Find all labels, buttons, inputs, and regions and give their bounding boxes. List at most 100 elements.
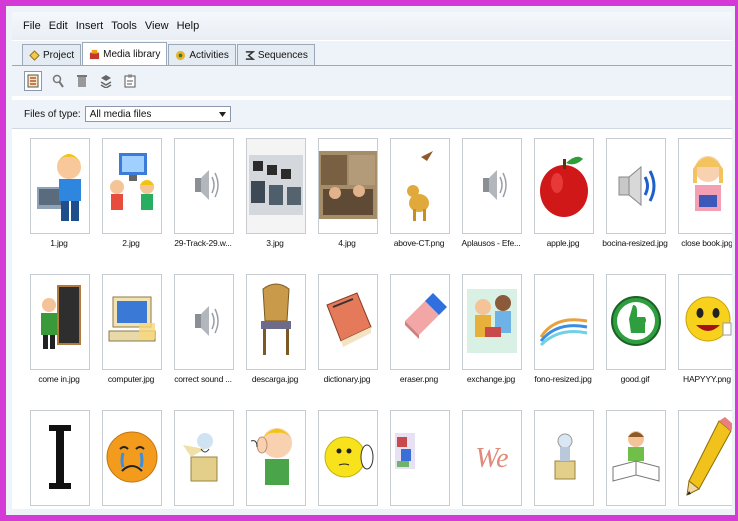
thumbs-up-icon xyxy=(611,296,661,346)
media-thumbnail[interactable] xyxy=(390,138,450,234)
media-thumbnail[interactable] xyxy=(462,138,522,234)
media-item[interactable]: apple.jpg xyxy=(534,138,596,256)
media-item[interactable]: close book.jpg xyxy=(678,138,732,256)
media-item[interactable]: 1.jpg xyxy=(30,138,92,256)
tab-activities[interactable]: Activities xyxy=(168,44,236,65)
bin-button[interactable] xyxy=(74,72,90,90)
layers-button[interactable] xyxy=(98,72,114,90)
media-item[interactable]: listen1.gif xyxy=(246,410,308,509)
media-item[interactable]: on.jpg xyxy=(534,410,596,509)
menu-file[interactable]: File xyxy=(22,20,42,32)
tab-project[interactable]: Project xyxy=(22,44,82,65)
media-item[interactable]: correct sound ... xyxy=(174,274,236,392)
media-thumbnail[interactable] xyxy=(534,410,594,506)
speaker-icon xyxy=(195,170,219,200)
media-thumbnail[interactable] xyxy=(102,138,162,234)
clipboard-button[interactable] xyxy=(122,72,138,90)
media-thumbnail[interactable] xyxy=(246,138,306,234)
zoom-button[interactable] xyxy=(50,72,66,90)
media-item[interactable]: listening-.gif xyxy=(318,410,380,509)
tab-activities-label: Activities xyxy=(189,49,229,61)
we-text-icon: We xyxy=(475,443,508,474)
media-item[interactable]: dictionary.jpg xyxy=(318,274,380,392)
media-thumbnail[interactable] xyxy=(318,410,378,506)
media-item[interactable]: 4.jpg xyxy=(318,138,380,256)
media-item[interactable]: bocina-resized.jpg xyxy=(602,138,668,256)
media-item[interactable]: in.jpg xyxy=(174,410,236,509)
listening-smiley-icon xyxy=(324,436,374,478)
media-thumbnail[interactable]: We xyxy=(462,410,522,506)
media-thumbnail[interactable] xyxy=(678,410,732,506)
tab-media-library[interactable]: Media library xyxy=(82,42,168,65)
blue-speaker-icon xyxy=(618,165,656,207)
media-filename: bocina-resized.jpg xyxy=(602,238,668,248)
menu-help[interactable]: Help xyxy=(176,20,201,32)
media-item[interactable]: come in.jpg xyxy=(30,274,92,392)
media-item[interactable]: fono-resized.jpg xyxy=(534,274,596,392)
tab-bar: Project Media library Activities Sequenc… xyxy=(12,41,732,66)
media-item[interactable]: 29-Track-29.w... xyxy=(174,138,236,256)
media-thumbnail[interactable] xyxy=(606,410,666,506)
media-thumbnail[interactable] xyxy=(606,274,666,370)
media-thumbnail[interactable] xyxy=(534,138,594,234)
media-filename: above-CT.png xyxy=(393,238,445,248)
media-thumbnail[interactable] xyxy=(174,274,234,370)
kids-exchange-icon xyxy=(467,289,517,353)
media-thumbnail[interactable] xyxy=(246,274,306,370)
media-thumbnail[interactable] xyxy=(30,138,90,234)
media-item[interactable]: computer.jpg xyxy=(102,274,164,392)
menu-tools[interactable]: Tools xyxy=(110,20,138,32)
tab-project-label: Project xyxy=(43,49,75,61)
menu-view[interactable]: View xyxy=(144,20,170,32)
media-filename: correct sound ... xyxy=(174,374,232,384)
boy-listening-icon xyxy=(250,428,292,485)
media-item[interactable]: listening-resize... xyxy=(390,410,452,509)
media-item[interactable]: above-CT.png xyxy=(390,138,452,256)
media-thumbnail[interactable] xyxy=(390,410,450,506)
media-thumbnail[interactable] xyxy=(462,274,522,370)
media-item[interactable]: i.jpg xyxy=(30,410,92,509)
crying-face-icon xyxy=(106,431,158,483)
media-item[interactable]: eraser.png xyxy=(390,274,452,392)
menu-insert[interactable]: Insert xyxy=(75,20,105,32)
bin-icon xyxy=(77,75,87,87)
children-computer-icon xyxy=(110,153,154,210)
menu-edit[interactable]: Edit xyxy=(48,20,69,32)
media-thumbnail[interactable] xyxy=(102,410,162,506)
media-thumbnail[interactable] xyxy=(534,274,594,370)
media-thumbnail[interactable] xyxy=(246,410,306,506)
letter-i-icon xyxy=(49,425,71,489)
media-thumbnail[interactable] xyxy=(174,138,234,234)
media-item[interactable]: descarga.jpg xyxy=(246,274,308,392)
media-item[interactable]: good.gif xyxy=(606,274,668,392)
media-thumbnail[interactable] xyxy=(30,274,90,370)
media-item[interactable]: images.jpg xyxy=(102,410,164,509)
file-type-select[interactable]: All media files xyxy=(84,106,231,122)
media-item[interactable]: Aplausos - Efe... xyxy=(462,138,524,256)
media-thumbnail[interactable] xyxy=(318,138,378,234)
media-thumbnail[interactable] xyxy=(318,274,378,370)
media-item[interactable]: 2.jpg xyxy=(102,138,164,256)
menu-bar: File Edit Insert Tools View Help xyxy=(12,12,732,40)
media-item[interactable]: pencil.jpg xyxy=(678,410,732,509)
media-thumbnail[interactable] xyxy=(678,274,732,370)
happy-smiley-icon xyxy=(685,296,732,342)
media-thumbnail[interactable] xyxy=(174,410,234,506)
media-item[interactable]: 3.jpg xyxy=(246,138,308,256)
media-thumbnail[interactable] xyxy=(606,138,666,234)
media-thumbnail[interactable] xyxy=(678,138,732,234)
classroom-photo-icon xyxy=(319,151,377,219)
tab-sequences[interactable]: Sequences xyxy=(236,44,315,65)
toolbar xyxy=(12,66,732,96)
media-grid: 1.jpg 2.jpg 29-Track-29.w... 3.jpg 4.jpg abov… xyxy=(30,138,732,509)
media-thumbnail[interactable] xyxy=(102,274,162,370)
media-thumbnail[interactable] xyxy=(390,274,450,370)
media-thumbnail[interactable] xyxy=(30,410,90,506)
media-item[interactable]: HAPYYY.png xyxy=(678,274,732,392)
media-item[interactable]: WeM.jpg xyxy=(462,410,524,509)
tab-media-library-label: Media library xyxy=(103,48,161,60)
child-computer-icon xyxy=(37,154,81,221)
media-item[interactable]: exchange.jpg xyxy=(462,274,524,392)
view-mode-button[interactable] xyxy=(24,71,42,91)
media-item[interactable]: open book.jpg xyxy=(606,410,668,509)
